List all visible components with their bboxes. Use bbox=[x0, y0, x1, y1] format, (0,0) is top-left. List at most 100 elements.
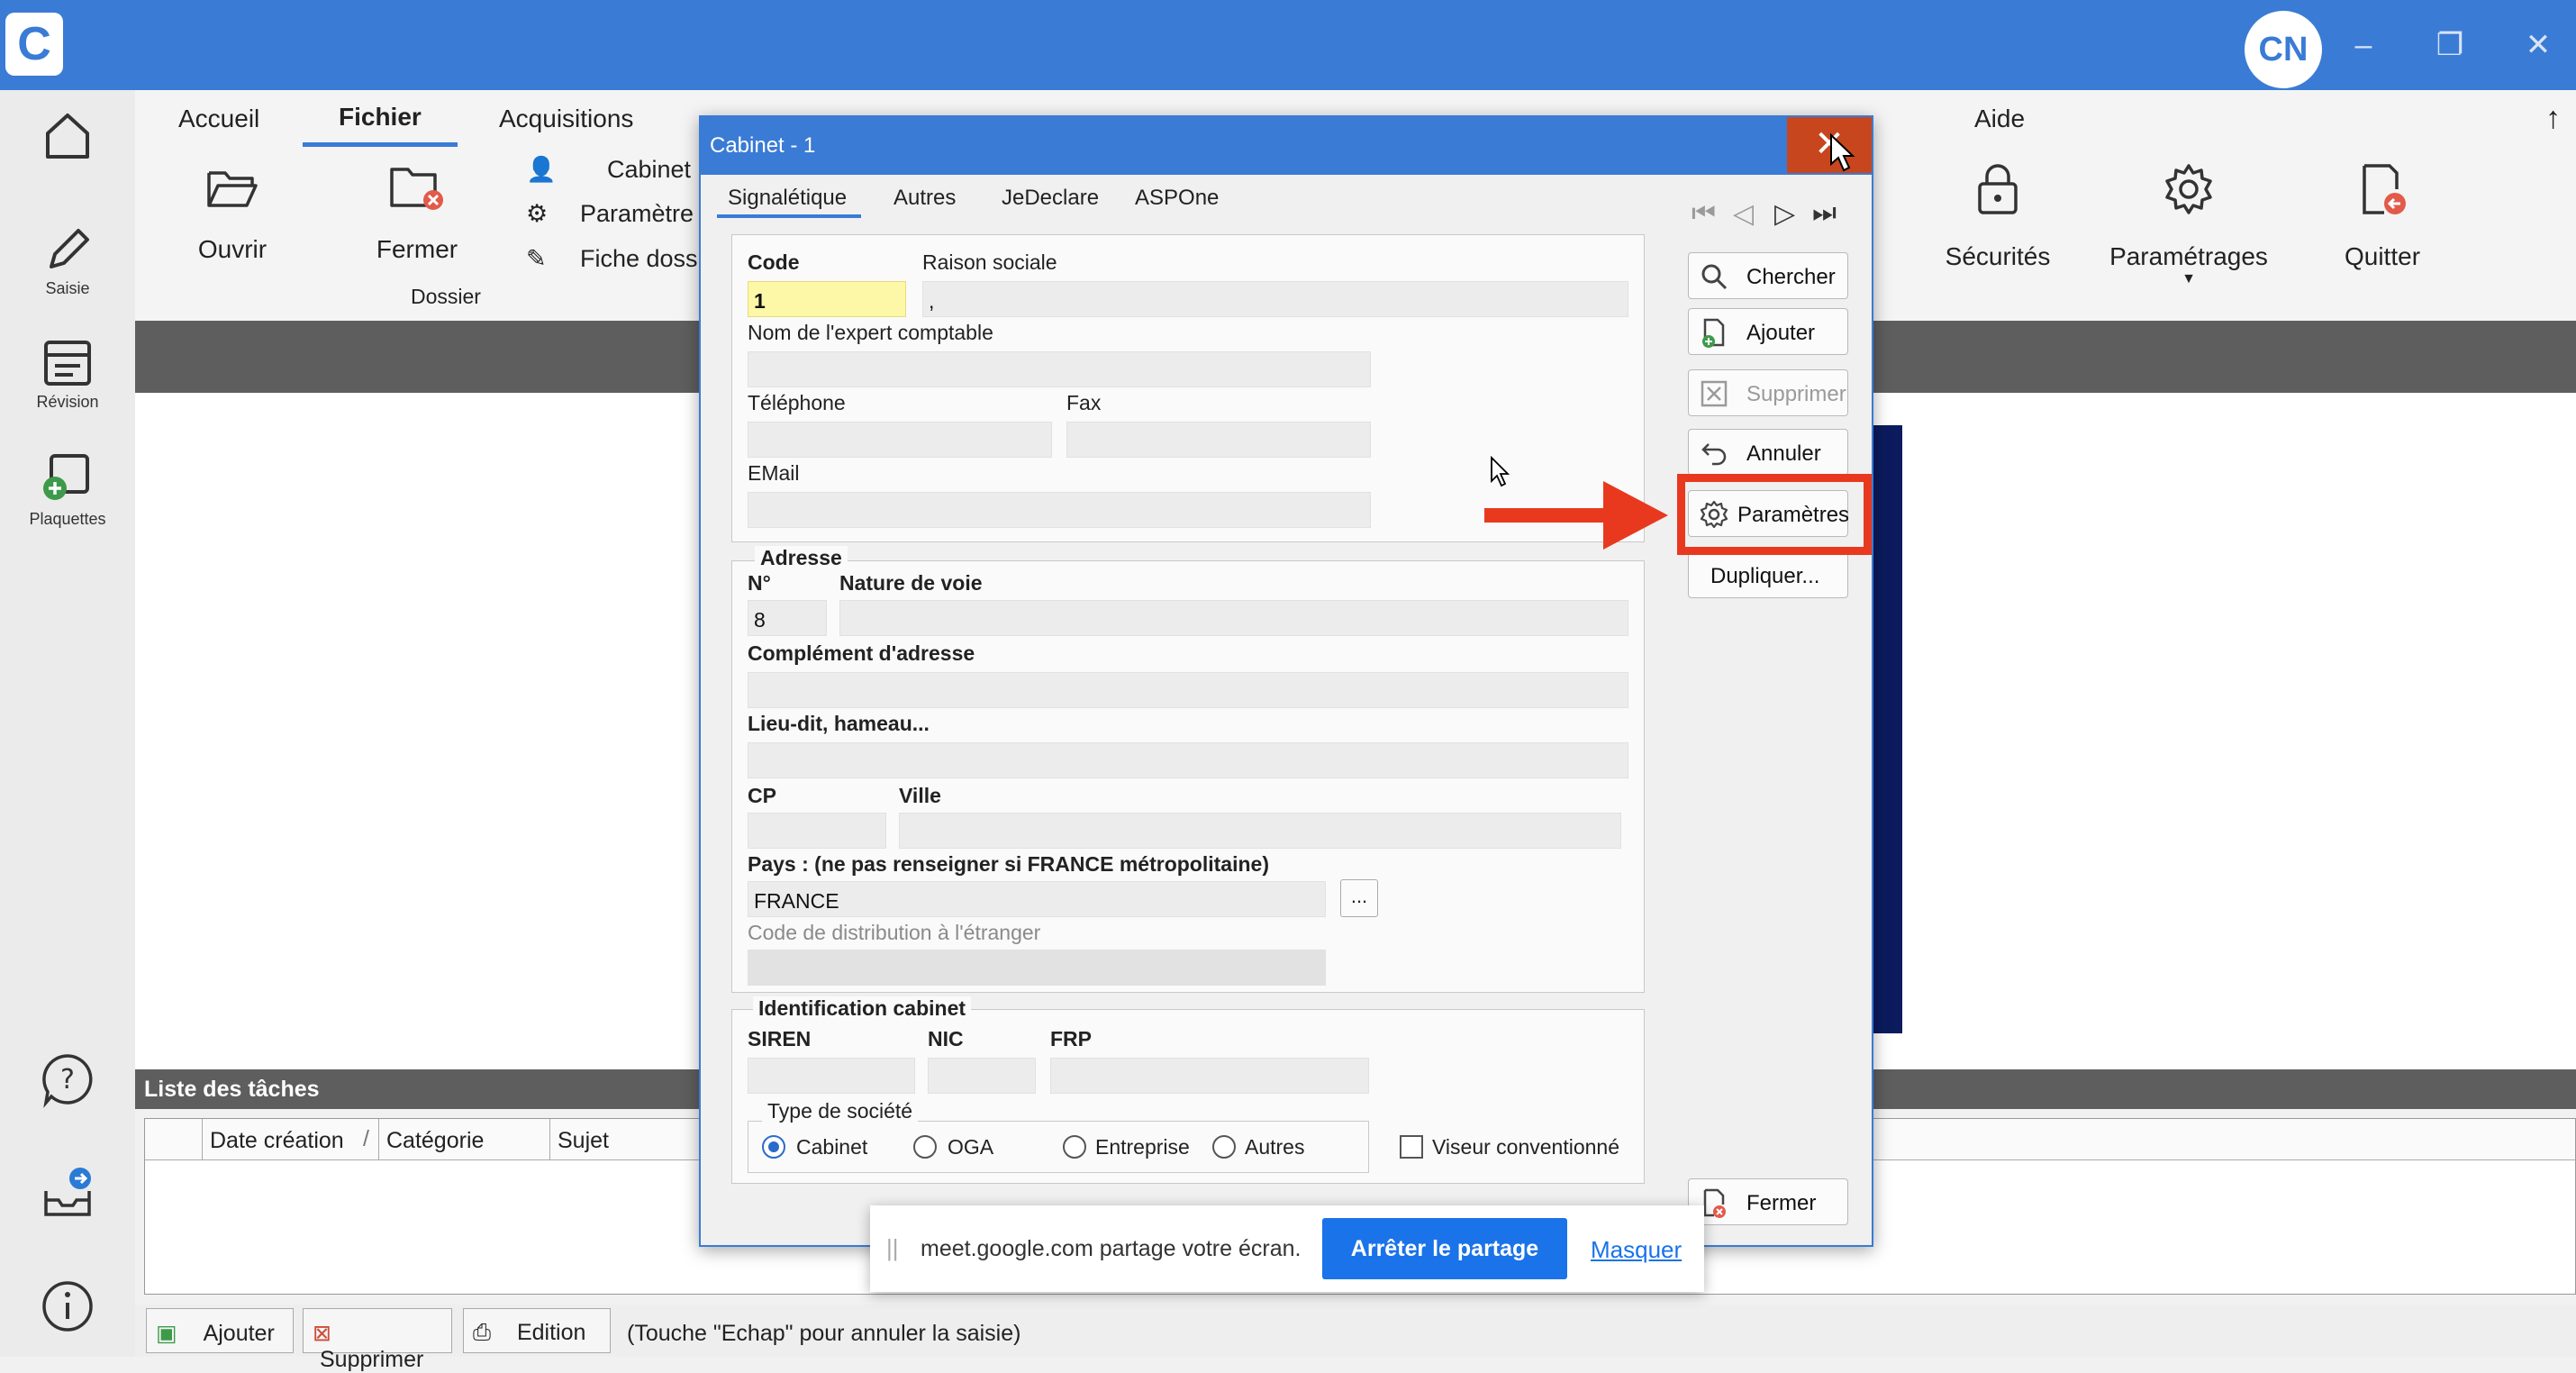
radio-entreprise[interactable] bbox=[1063, 1135, 1086, 1159]
ribbon-open-button[interactable]: Ouvrir bbox=[186, 162, 279, 264]
ribbon-securites-label: Sécurités bbox=[1945, 242, 2051, 270]
identification-group-title: Identification cabinet bbox=[753, 996, 972, 1021]
ribbon-quitter-button[interactable]: Quitter bbox=[2333, 162, 2432, 271]
annotation-arrow-head bbox=[1603, 481, 1668, 550]
hide-banner-link[interactable]: Masquer bbox=[1591, 1236, 1682, 1264]
code-input[interactable]: 1 bbox=[748, 281, 906, 317]
menu-tab-acquisitions[interactable]: Acquisitions bbox=[499, 105, 633, 133]
prev-record-icon[interactable]: ◁ bbox=[1733, 198, 1754, 230]
nav-revision[interactable]: Révision bbox=[0, 339, 135, 412]
tasks-column-date[interactable]: Date création / bbox=[203, 1119, 379, 1160]
annuler-button[interactable]: Annuler bbox=[1688, 429, 1848, 476]
ribbon-parametre-item[interactable]: ⚙ Paramètre bbox=[526, 200, 694, 228]
info-icon bbox=[42, 1281, 93, 1332]
restore-button[interactable]: ❐ bbox=[2423, 18, 2477, 72]
nic-input[interactable] bbox=[928, 1058, 1036, 1094]
frp-label: FRP bbox=[1050, 1027, 1092, 1050]
expert-input[interactable] bbox=[748, 351, 1371, 387]
next-record-icon[interactable]: ▷ bbox=[1774, 198, 1795, 230]
add-document-icon bbox=[1702, 318, 1725, 348]
address-group-title: Adresse bbox=[755, 546, 848, 570]
cp-input[interactable] bbox=[748, 813, 886, 849]
radio-oga[interactable] bbox=[913, 1135, 937, 1159]
tasks-column-categorie[interactable]: Catégorie bbox=[379, 1119, 550, 1160]
menu-tab-fichier[interactable]: Fichier bbox=[339, 103, 422, 132]
stop-sharing-button[interactable]: Arrêter le partage bbox=[1322, 1218, 1567, 1279]
pencil-icon bbox=[50, 229, 89, 268]
last-record-icon[interactable]: ⏭ bbox=[1812, 198, 1837, 229]
drag-handle[interactable]: || bbox=[886, 1234, 899, 1262]
undo-icon bbox=[1701, 443, 1727, 466]
pays-input[interactable]: FRANCE bbox=[748, 881, 1326, 917]
collapse-ribbon-icon[interactable]: ↑ bbox=[2545, 101, 2561, 136]
exit-icon bbox=[2363, 164, 2406, 214]
street-number-input[interactable]: 8 bbox=[748, 600, 827, 636]
nav-saisie[interactable]: Saisie bbox=[0, 222, 135, 298]
tasks-add-button[interactable]: ▣ Ajouter bbox=[146, 1308, 294, 1353]
window-close-button[interactable]: ✕ bbox=[2511, 18, 2565, 72]
background-chart-strip bbox=[1873, 425, 1902, 1033]
radio-cabinet[interactable] bbox=[762, 1135, 785, 1159]
tasks-column-select bbox=[145, 1119, 203, 1160]
dupliquer-button[interactable]: Dupliquer... bbox=[1688, 551, 1848, 598]
radio-autres[interactable] bbox=[1212, 1135, 1236, 1159]
revision-icon bbox=[44, 341, 91, 386]
sort-marker: / bbox=[363, 1126, 369, 1151]
email-input[interactable] bbox=[748, 492, 1371, 528]
supprimer-button[interactable]: Supprimer bbox=[1688, 369, 1848, 416]
complement-input[interactable] bbox=[748, 672, 1628, 708]
lieudit-input[interactable] bbox=[748, 742, 1628, 778]
dialog-active-tab-underline bbox=[717, 214, 861, 218]
escape-hint: (Touche "Echap" pour annuler la saisie) bbox=[627, 1321, 1021, 1346]
user-avatar[interactable]: CN bbox=[2245, 11, 2322, 88]
code-label: Code bbox=[748, 250, 800, 274]
telephone-input[interactable] bbox=[748, 422, 1052, 458]
ribbon-quitter-label: Quitter bbox=[2344, 242, 2421, 270]
viseur-checkbox[interactable] bbox=[1400, 1135, 1423, 1159]
nav-plaquettes[interactable]: Plaquettes bbox=[0, 452, 135, 529]
ribbon-parametrages-button[interactable]: Paramétrages ▼ bbox=[2102, 162, 2275, 287]
cabinet-icon: 👤 bbox=[526, 156, 557, 183]
gear-icon bbox=[2165, 164, 2212, 214]
nav-home[interactable] bbox=[0, 106, 135, 164]
distrib-label: Code de distribution à l'étranger bbox=[748, 921, 1041, 944]
tab-jedeclare[interactable]: JeDeclare bbox=[1002, 186, 1099, 211]
nav-inbox[interactable] bbox=[0, 1164, 135, 1222]
fax-input[interactable] bbox=[1066, 422, 1371, 458]
tab-aspone[interactable]: ASPOne bbox=[1135, 186, 1219, 211]
ribbon-close-button[interactable]: Fermer bbox=[367, 162, 467, 264]
pays-picker-button[interactable]: ... bbox=[1340, 879, 1378, 917]
raison-sociale-input[interactable]: , bbox=[922, 281, 1628, 317]
siren-input[interactable] bbox=[748, 1058, 915, 1094]
lieudit-label: Lieu-dit, hameau... bbox=[748, 712, 930, 735]
add-icon: ▣ bbox=[156, 1321, 177, 1346]
fermer-dialog-button[interactable]: Fermer bbox=[1688, 1178, 1848, 1225]
radio-autres-label: Autres bbox=[1245, 1135, 1305, 1159]
nav-info[interactable] bbox=[0, 1278, 135, 1335]
ribbon-cabinet-item[interactable]: 👤 Cabinet bbox=[526, 155, 691, 184]
first-record-icon[interactable]: ⏮ bbox=[1692, 198, 1716, 229]
folder-close-icon bbox=[390, 168, 443, 210]
menu-tab-aide[interactable]: Aide bbox=[1974, 105, 2025, 133]
app-logo: C bbox=[5, 13, 63, 76]
email-label: EMail bbox=[748, 461, 800, 485]
ribbon-fiche-item[interactable]: ✎ Fiche doss bbox=[526, 245, 698, 273]
radio-cabinet-label: Cabinet bbox=[796, 1135, 868, 1159]
minimize-button[interactable]: – bbox=[2336, 18, 2390, 72]
delete-icon bbox=[1701, 380, 1728, 407]
tab-autres[interactable]: Autres bbox=[893, 186, 956, 211]
ville-input[interactable] bbox=[899, 813, 1621, 849]
tab-signaletique[interactable]: Signalétique bbox=[728, 186, 847, 211]
frp-input[interactable] bbox=[1050, 1058, 1369, 1094]
ribbon-securites-button[interactable]: Sécurités bbox=[1935, 162, 2061, 271]
nav-help[interactable]: ? bbox=[0, 1050, 135, 1108]
tasks-edition-button[interactable]: ⎙ Edition bbox=[463, 1308, 611, 1353]
chercher-button[interactable]: Chercher bbox=[1688, 252, 1848, 299]
tasks-delete-button[interactable]: ⊠ Supprimer bbox=[303, 1308, 452, 1372]
street-type-input[interactable] bbox=[839, 600, 1628, 636]
viseur-label: Viseur conventionné bbox=[1432, 1135, 1619, 1159]
distrib-input[interactable] bbox=[748, 950, 1326, 986]
menu-tab-accueil[interactable]: Accueil bbox=[178, 105, 259, 133]
radio-oga-label: OGA bbox=[948, 1135, 994, 1159]
ajouter-button[interactable]: Ajouter bbox=[1688, 308, 1848, 355]
